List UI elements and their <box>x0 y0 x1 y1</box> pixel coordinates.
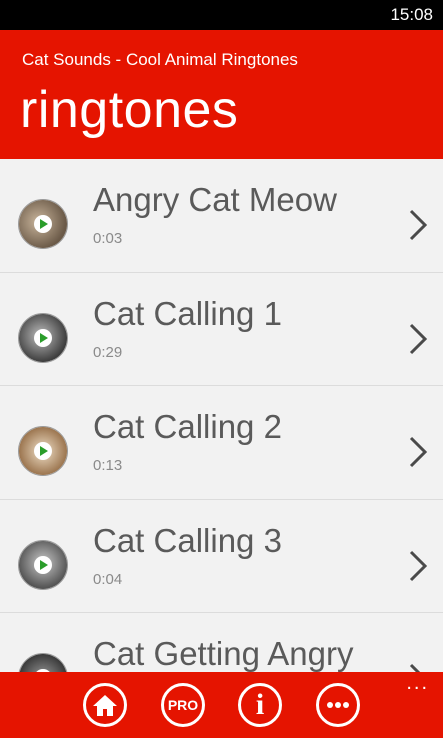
play-icon[interactable] <box>34 442 52 460</box>
ringtone-item[interactable]: Angry Cat Meow 0:03 <box>0 159 443 273</box>
cat-thumbnail[interactable] <box>18 426 68 476</box>
chevron-right-icon[interactable] <box>407 209 429 241</box>
cat-thumbnail[interactable] <box>18 653 68 672</box>
ringtone-title: Cat Calling 2 <box>93 408 282 445</box>
chevron-right-icon[interactable] <box>407 663 429 672</box>
play-icon[interactable] <box>34 328 52 347</box>
ringtone-duration: 0:29 <box>93 343 123 361</box>
ringtone-duration: 0:13 <box>93 457 123 474</box>
ringtone-item[interactable]: Cat Calling 2 0:13 <box>0 386 443 500</box>
play-icon[interactable] <box>34 215 52 233</box>
chevron-right-icon[interactable] <box>407 436 429 468</box>
ringtone-list[interactable]: Angry Cat Meow 0:03 Cat Calling 1 0:29 C… <box>0 159 443 672</box>
ringtone-title: Angry Cat Meow <box>93 181 337 218</box>
cat-thumbnail[interactable] <box>18 312 68 363</box>
ringtone-item[interactable]: Cat Calling 1 0:29 <box>0 273 443 386</box>
home-button[interactable] <box>83 683 127 727</box>
ringtone-duration: 0:03 <box>93 230 123 247</box>
more-options-button[interactable] <box>316 683 360 727</box>
home-icon <box>93 695 117 716</box>
cat-thumbnail[interactable] <box>18 539 68 590</box>
status-bar: 15:08 <box>0 0 443 30</box>
ringtone-duration: 0:04 <box>93 570 123 588</box>
play-icon[interactable] <box>34 555 52 574</box>
pro-button[interactable]: PRO <box>161 683 205 727</box>
more-horizontal-icon <box>327 702 349 708</box>
info-icon: i <box>255 688 265 721</box>
pro-label: PRO <box>167 697 199 713</box>
ringtone-item[interactable]: Cat Getting Angry <box>0 613 443 672</box>
chevron-right-icon[interactable] <box>407 323 429 354</box>
app-bar: PRO i ... <box>0 672 443 738</box>
info-button[interactable]: i <box>238 683 282 727</box>
app-name: Cat Sounds - Cool Animal Ringtones <box>22 50 298 69</box>
status-time: 15:08 <box>390 5 433 24</box>
page-title: ringtones <box>20 81 239 139</box>
chevron-right-icon[interactable] <box>407 550 429 581</box>
ringtone-title: Cat Calling 3 <box>93 521 282 559</box>
header: Cat Sounds - Cool Animal Ringtones ringt… <box>0 30 443 159</box>
ringtone-title: Cat Calling 1 <box>93 294 282 332</box>
app-bar-expand[interactable]: ... <box>406 672 429 695</box>
cat-thumbnail[interactable] <box>18 199 68 249</box>
ringtone-item[interactable]: Cat Calling 3 0:04 <box>0 500 443 613</box>
ringtone-title: Cat Getting Angry <box>93 635 354 672</box>
